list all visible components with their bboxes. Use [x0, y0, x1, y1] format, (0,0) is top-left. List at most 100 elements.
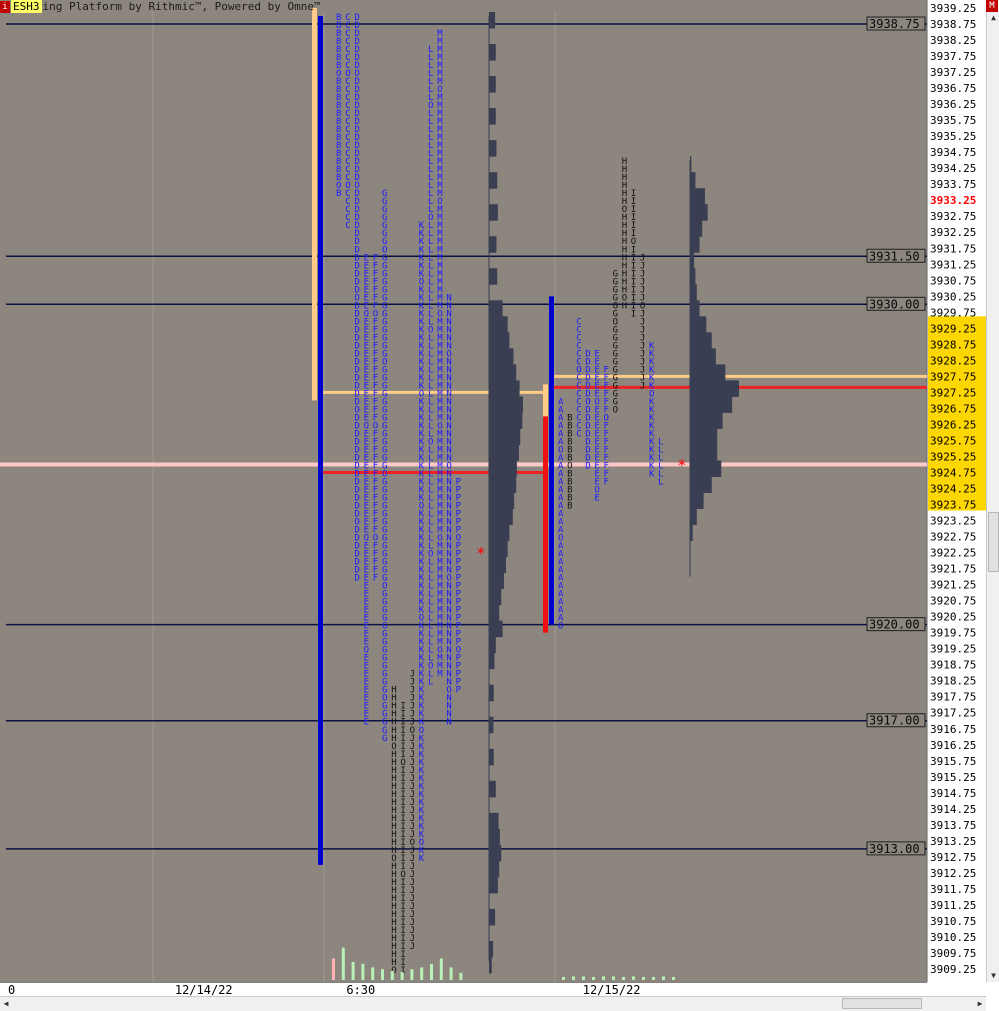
bottom-volume-bar: [381, 969, 384, 980]
price-tick-label: 3911.75: [930, 883, 976, 896]
price-tick-label: 3918.25: [930, 675, 976, 688]
ib-star-marker-2: *: [677, 455, 687, 474]
price-tick-label: 3929.25: [930, 322, 976, 335]
tpo-letter: B: [567, 502, 572, 512]
volume-profile-bar: [489, 300, 503, 317]
volume-profile-bar: [489, 236, 497, 253]
app-icon: i: [0, 0, 10, 13]
volume-profile-bar: [489, 860, 500, 878]
tpo-letter: G: [382, 734, 387, 744]
price-tick-label: 3914.25: [930, 803, 976, 816]
tpo-letter: K: [649, 469, 655, 479]
tpo-letter: L: [428, 678, 433, 688]
volume-profile-bar: [489, 748, 494, 766]
bottom-volume-bar: [592, 977, 595, 980]
volume-profile-bar: [489, 444, 519, 461]
volume-profile-bar: [489, 588, 502, 606]
volume-profile-bar: [690, 508, 697, 526]
ib-range-bar-2: [543, 384, 548, 417]
tpo-letter: L: [658, 477, 663, 487]
price-tick-label: 3916.75: [930, 723, 976, 736]
volume-profile-bar: [489, 380, 520, 397]
bottom-volume-bar: [332, 958, 335, 980]
price-tick-label: 3937.75: [930, 50, 976, 63]
scroll-down-icon[interactable]: ▼: [987, 970, 999, 982]
tpo-letter: F: [604, 477, 609, 487]
level-label: 3917.00: [869, 714, 920, 728]
level-label: 3920.00: [869, 618, 920, 632]
price-tick-label: 3924.25: [930, 483, 976, 496]
volume-profile-bar: [489, 492, 515, 510]
volume-profile-bar: [489, 364, 517, 381]
price-tick-label: 3913.25: [930, 835, 976, 848]
volume-profile-bar: [489, 44, 496, 61]
volume-profile-bar: [489, 684, 494, 702]
volume-profile-bar: [690, 316, 707, 333]
tpo-letter: E: [364, 718, 369, 728]
horizontal-scrollbar[interactable]: ◀ ▶: [0, 996, 986, 1011]
volume-profile-bar: [489, 716, 494, 734]
price-tick-label: 3910.25: [930, 931, 976, 944]
price-tick-label: 3919.25: [930, 643, 976, 656]
tpo-letter: D: [585, 461, 590, 471]
volume-profile-bar: [489, 508, 513, 526]
vertical-scroll-thumb[interactable]: [988, 512, 999, 572]
time-axis-label: 12/14/22: [174, 983, 233, 997]
symbol-label[interactable]: ESH3: [11, 0, 42, 13]
bottom-volume-bar: [371, 967, 375, 980]
price-tick-label: 3914.75: [930, 787, 976, 800]
market-profile-chart[interactable]: 3939.25 3938.75 3938.25 3937.75 3937.25 3936.…: [0, 0, 999, 1010]
menu-corner-button[interactable]: M: [986, 0, 998, 12]
scroll-left-icon[interactable]: ◀: [0, 997, 12, 1011]
price-tick-label: 3912.75: [930, 851, 976, 864]
price-tick-label: 3930.75: [930, 274, 976, 287]
price-tick-label: 3923.75: [930, 499, 976, 512]
vertical-scrollbar[interactable]: ▲ ▼: [986, 12, 999, 982]
bottom-volume-bar: [652, 977, 655, 980]
volume-profile-bar: [489, 316, 508, 333]
price-tick-label: 3911.25: [930, 899, 976, 912]
horizontal-scroll-thumb[interactable]: [842, 998, 922, 1009]
bottom-volume-bar: [400, 972, 404, 980]
bottom-volume-bar: [632, 976, 635, 980]
volume-profile-bar: [690, 204, 708, 221]
tpo-letter: J: [640, 381, 645, 391]
price-tick-label: 3917.75: [930, 691, 976, 704]
scroll-right-icon[interactable]: ▶: [974, 997, 986, 1011]
volume-profile-bar: [690, 460, 722, 477]
volume-profile-bar: [489, 12, 496, 29]
price-tick-label: 3909.25: [930, 963, 976, 976]
price-tick-label: 3924.75: [930, 466, 976, 479]
volume-profile-bar: [489, 572, 504, 590]
volume-profile-bar: [690, 172, 696, 189]
volume-profile-bar: [489, 844, 502, 862]
tpo-letter: M: [437, 670, 443, 680]
tpo-letter: D: [354, 574, 359, 584]
level-label: 3931.50: [869, 249, 920, 263]
price-tick-label: 3909.75: [930, 947, 976, 960]
volume-profile-bar: [489, 636, 496, 654]
tpo-letter: O: [558, 622, 563, 632]
price-tick-label: 3935.25: [930, 130, 976, 143]
volume-profile-bar: [690, 300, 700, 317]
price-tick-label: 3921.25: [930, 579, 976, 592]
volume-profile-bar: [489, 780, 496, 798]
time-axis-label: 12/15/22: [582, 983, 641, 997]
volume-profile-bar: [690, 380, 739, 397]
price-tick-label: 3930.25: [930, 290, 976, 303]
volume-profile-bar: [690, 268, 696, 285]
tpo-letter: H: [622, 301, 627, 311]
volume-profile-bar: [489, 108, 496, 125]
level-label: 3913.00: [869, 842, 920, 856]
tpo-letter: F: [373, 574, 378, 584]
scroll-up-icon[interactable]: ▲: [987, 12, 999, 24]
price-tick-label: 3917.25: [930, 707, 976, 720]
price-tick-label: 3928.25: [930, 354, 976, 367]
bottom-volume-bar: [420, 967, 424, 980]
price-tick-label: 3932.75: [930, 210, 976, 223]
volume-profile-bar: [690, 252, 695, 269]
price-tick-label: 3910.75: [930, 915, 976, 928]
volume-profile-bar: [489, 908, 496, 926]
bottom-volume-bar: [390, 971, 394, 980]
price-tick-label: 3931.25: [930, 258, 976, 271]
